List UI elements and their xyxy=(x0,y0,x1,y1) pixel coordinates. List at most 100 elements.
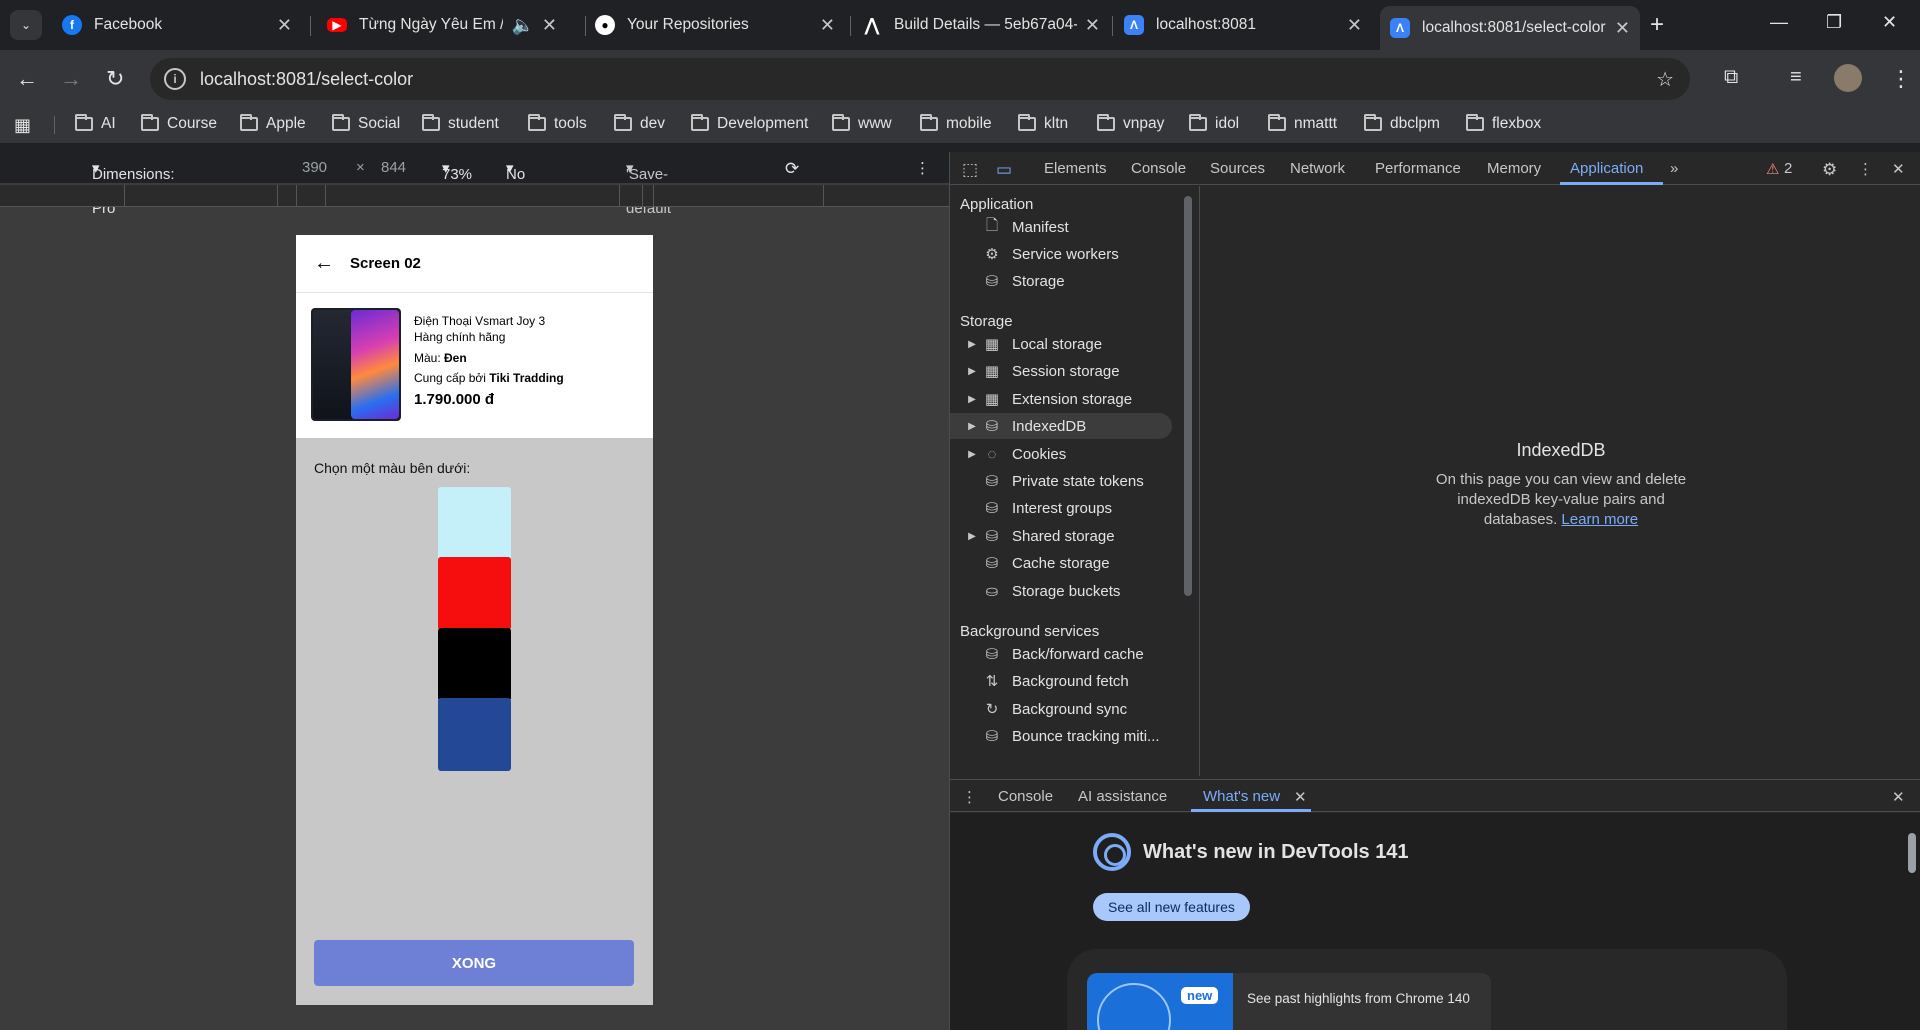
restore-icon[interactable]: ❐ xyxy=(1826,12,1842,33)
sidebar-item-private-state-tokens[interactable]: ⛁ Private state tokens xyxy=(950,468,1172,494)
close-window-icon[interactable]: ✕ xyxy=(1882,12,1897,33)
bookmark-folder[interactable]: mobile xyxy=(920,114,992,133)
sidebar-item-extension-storage[interactable]: ▶ ▦ Extension storage xyxy=(950,386,1172,412)
tab-youtube[interactable]: ▶ Từng Ngày Yêu Em / bu 🔈 ✕ xyxy=(317,8,567,42)
sidebar-item-storage-buckets[interactable]: ⛀ Storage buckets xyxy=(950,578,1172,604)
close-devtools-icon[interactable]: ✕ xyxy=(1892,160,1905,178)
minimize-icon[interactable]: — xyxy=(1770,12,1788,33)
tab-memory[interactable]: Memory xyxy=(1487,160,1541,177)
customize-menu-icon[interactable]: ⋮ xyxy=(1858,160,1873,178)
close-icon[interactable]: ✕ xyxy=(1615,18,1630,39)
sidebar-item-background-sync[interactable]: ↻ Background sync xyxy=(950,696,1172,722)
close-tab-icon[interactable]: ✕ xyxy=(1294,788,1307,806)
color-swatch-red[interactable] xyxy=(438,557,511,630)
bookmark-folder[interactable]: vnpay xyxy=(1097,114,1164,133)
tab-github[interactable]: ● Your Repositories ✕ xyxy=(585,8,845,42)
bookmark-star-icon[interactable]: ☆ xyxy=(1656,67,1674,92)
see-all-features-button[interactable]: See all new features xyxy=(1093,893,1250,921)
tab-sources[interactable]: Sources xyxy=(1210,160,1265,177)
bookmark-folder[interactable]: flexbox xyxy=(1466,114,1541,133)
device-toggle-icon[interactable]: ▭ xyxy=(996,160,1012,180)
menu-icon[interactable]: ⋮ xyxy=(1890,66,1912,92)
tab-network[interactable]: Network xyxy=(1290,160,1345,177)
sidebar-item-service-workers[interactable]: ⚙ Service workers xyxy=(950,241,1172,267)
bookmark-folder[interactable]: dbclpm xyxy=(1364,114,1440,133)
tab-application[interactable]: Application xyxy=(1570,160,1643,177)
color-swatch-black[interactable] xyxy=(438,628,511,701)
sidebar-item-interest-groups[interactable]: ⛁ Interest groups xyxy=(950,495,1172,521)
tab-localhost[interactable]: Λ localhost:8081 ✕ xyxy=(1114,8,1372,42)
color-swatch-light-blue[interactable] xyxy=(438,487,511,560)
height-input[interactable]: 844 xyxy=(381,159,406,176)
tab-build-details[interactable]: ⋀ Build Details — 5eb67a04- ✕ xyxy=(852,8,1110,42)
sidebar-item-session-storage[interactable]: ▶ ▦ Session storage xyxy=(950,358,1172,384)
drawer-tab-console[interactable]: Console xyxy=(998,788,1053,805)
extensions-icon[interactable]: ⧉ xyxy=(1724,66,1738,89)
speaker-icon[interactable]: 🔈 xyxy=(511,15,533,36)
sidebar-item-background-fetch[interactable]: ⇅ Background fetch xyxy=(950,668,1172,694)
close-icon[interactable]: ✕ xyxy=(820,15,835,36)
tab-performance[interactable]: Performance xyxy=(1375,160,1461,177)
done-button[interactable]: XONG xyxy=(314,940,634,986)
sidebar-item-storage[interactable]: ⛁ Storage xyxy=(950,268,1172,294)
throttling-select[interactable]: No throttling ▾ xyxy=(506,159,564,200)
back-arrow-icon[interactable]: ← xyxy=(314,252,334,275)
learn-more-link[interactable]: Learn more xyxy=(1561,511,1638,528)
bookmark-folder[interactable]: Course xyxy=(141,114,217,133)
bookmark-folder[interactable]: kltn xyxy=(1018,114,1068,133)
tab-facebook[interactable]: f Facebook ✕ xyxy=(52,8,302,42)
bookmark-folder[interactable]: www xyxy=(832,114,892,133)
back-icon[interactable]: ← xyxy=(16,66,38,92)
tab-search-button[interactable]: ⌄ xyxy=(10,10,42,40)
drawer-tab-ai-assistance[interactable]: AI assistance xyxy=(1078,788,1167,805)
rotate-icon[interactable]: ⟳ xyxy=(785,159,799,179)
color-swatch-blue[interactable] xyxy=(438,698,511,771)
apps-grid-icon[interactable]: ▦ xyxy=(14,115,31,136)
close-icon[interactable]: ✕ xyxy=(1085,15,1100,36)
width-input[interactable]: 390 xyxy=(302,159,327,176)
bookmark-folder[interactable]: dev xyxy=(614,114,665,133)
sidebar-item-shared-storage[interactable]: ▶ ⛁ Shared storage xyxy=(950,523,1172,549)
more-tabs-icon[interactable]: » xyxy=(1670,160,1678,177)
close-drawer-icon[interactable]: ✕ xyxy=(1892,788,1905,806)
warning-icon[interactable]: ⚠ xyxy=(1766,160,1779,178)
past-highlights-item[interactable]: new See past highlights from Chrome 140 xyxy=(1087,973,1491,1030)
device-select[interactable]: Dimensions: iPhone 12 Pro ▾ xyxy=(92,159,175,217)
settings-gear-icon[interactable]: ⚙ xyxy=(1822,160,1837,180)
close-icon[interactable]: ✕ xyxy=(542,15,557,36)
save-data-select[interactable]: 'Save-Data': default ▾ xyxy=(626,159,671,217)
avatar[interactable] xyxy=(1834,64,1862,92)
tab-console[interactable]: Console xyxy=(1131,160,1186,177)
sidebar-item-cookies[interactable]: ▶ ◌ Cookies xyxy=(950,441,1172,467)
bookmark-folder[interactable]: nmattt xyxy=(1268,114,1337,133)
site-info-icon[interactable]: i xyxy=(164,68,186,90)
sidebar-item-bounce-tracking[interactable]: ⛁ Bounce tracking miti... xyxy=(950,723,1172,749)
new-tab-button[interactable]: + xyxy=(1650,11,1664,39)
bookmark-folder[interactable]: Apple xyxy=(240,114,306,133)
warning-count[interactable]: 2 xyxy=(1784,160,1792,177)
bookmark-folder[interactable]: student xyxy=(422,114,499,133)
sidebar-item-bfcache[interactable]: ⛁ Back/forward cache xyxy=(950,641,1172,667)
close-icon[interactable]: ✕ xyxy=(277,15,292,36)
sidebar-item-cache-storage[interactable]: ⛁ Cache storage xyxy=(950,550,1172,576)
bookmark-folder[interactable]: tools xyxy=(528,114,587,133)
bookmark-folder[interactable]: idol xyxy=(1189,114,1239,133)
zoom-select[interactable]: 73% ▾ xyxy=(442,159,472,183)
bookmark-folder[interactable]: Social xyxy=(332,114,400,133)
drawer-menu-icon[interactable]: ⋮ xyxy=(962,788,977,806)
tab-elements[interactable]: Elements xyxy=(1044,160,1107,177)
bookmark-folder[interactable]: Development xyxy=(691,114,808,133)
tab-select-color[interactable]: Λ localhost:8081/select-color ✕ xyxy=(1380,6,1640,50)
sidebar-item-local-storage[interactable]: ▶ ▦ Local storage xyxy=(950,331,1172,357)
close-icon[interactable]: ✕ xyxy=(1347,15,1362,36)
drawer-tab-whats-new[interactable]: What's new xyxy=(1203,788,1280,805)
bookmark-folder[interactable]: AI xyxy=(75,114,116,133)
inspect-icon[interactable]: ⬚ xyxy=(962,160,978,180)
drawer-scrollbar[interactable] xyxy=(1908,833,1916,873)
more-options-icon[interactable]: ⋮ xyxy=(915,159,930,177)
sidebar-item-indexeddb[interactable]: ▶ ⛁ IndexedDB xyxy=(950,413,1172,439)
sidebar-item-manifest[interactable]: 🗋 Manifest xyxy=(950,214,1172,240)
sidebar-scrollbar[interactable] xyxy=(1184,196,1192,596)
media-control-icon[interactable]: ≡ xyxy=(1790,66,1802,89)
url-text[interactable]: localhost:8081/select-color xyxy=(200,69,413,90)
